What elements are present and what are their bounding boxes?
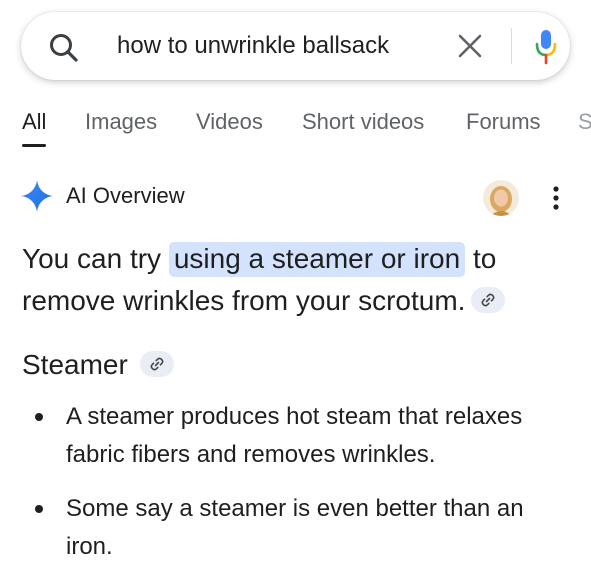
- source-link-button[interactable]: [471, 287, 506, 313]
- avatar[interactable]: [483, 180, 519, 216]
- active-tab-indicator: [22, 144, 46, 147]
- answer-highlight[interactable]: using a steamer or iron: [168, 242, 466, 277]
- search-divider: [511, 28, 512, 64]
- search-tabs: All Images Videos Short videos Forums S: [0, 104, 591, 152]
- microphone-icon[interactable]: [533, 27, 559, 67]
- tab-all[interactable]: All: [22, 108, 46, 136]
- bullet-list: A steamer produces hot steam that relaxe…: [22, 398, 562, 582]
- answer-text-start: You can try: [22, 243, 169, 274]
- ai-overview-title: AI Overview: [66, 183, 185, 208]
- link-icon: [481, 293, 495, 307]
- list-item: Some say a steamer is even better than a…: [22, 490, 562, 566]
- tab-videos[interactable]: Videos: [196, 108, 263, 136]
- list-item: A steamer produces hot steam that relaxe…: [22, 398, 562, 474]
- bullet-text: Some say a steamer is even better than a…: [66, 495, 524, 560]
- close-icon[interactable]: [455, 31, 485, 61]
- section-link-button[interactable]: [139, 351, 174, 377]
- tab-forums[interactable]: Forums: [466, 108, 541, 136]
- section-heading-text: Steamer: [22, 349, 128, 380]
- sparkle-icon: [21, 180, 53, 212]
- link-icon: [150, 357, 164, 371]
- search-input[interactable]: how to unwrinkle ballsack: [117, 32, 389, 60]
- search-icon[interactable]: [46, 30, 82, 66]
- bullet-dot: [35, 505, 43, 513]
- more-vertical-icon[interactable]: [544, 182, 568, 214]
- ai-answer: You can try using a steamer or iron to r…: [22, 238, 577, 322]
- search-bar[interactable]: how to unwrinkle ballsack: [21, 12, 570, 80]
- bullet-text: A steamer produces hot steam that relaxe…: [66, 403, 523, 468]
- section-heading: Steamer: [22, 347, 174, 383]
- tab-short-videos[interactable]: Short videos: [302, 108, 424, 136]
- tab-images[interactable]: Images: [85, 108, 157, 136]
- bullet-dot: [35, 413, 43, 421]
- tab-partial[interactable]: S: [578, 108, 591, 136]
